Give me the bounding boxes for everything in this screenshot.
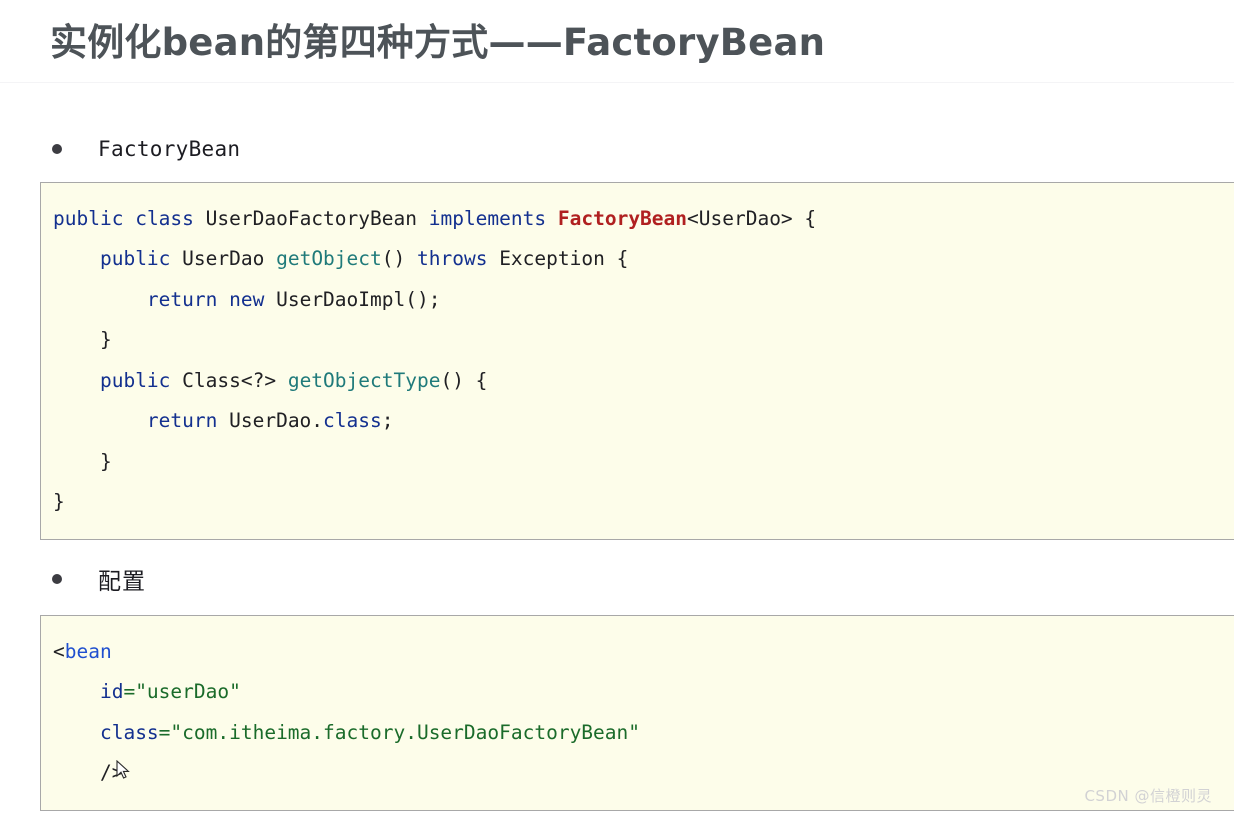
csdn-watermark: CSDN @信橙则灵 bbox=[1084, 787, 1212, 805]
page-title: 实例化bean的第四种方式——FactoryBean bbox=[50, 21, 826, 64]
document-body: FactoryBean public class UserDaoFactoryB… bbox=[0, 127, 1234, 811]
code-block-java: public class UserDaoFactoryBean implemen… bbox=[40, 181, 1234, 540]
list-item-label: 配置 bbox=[98, 568, 146, 595]
code-content-java[interactable]: public class UserDaoFactoryBean implemen… bbox=[53, 199, 1234, 523]
list-item: FactoryBean bbox=[0, 127, 1234, 171]
bullet-dot-icon bbox=[52, 143, 62, 154]
page-header: 实例化bean的第四种方式——FactoryBean bbox=[0, 0, 1234, 83]
list-item-label: FactoryBean bbox=[98, 136, 241, 161]
code-content-xml[interactable]: <bean id="userDao" class="com.itheima.fa… bbox=[53, 632, 1234, 794]
code-block-xml: <bean id="userDao" class="com.itheima.fa… bbox=[40, 614, 1234, 811]
bullet-dot-icon bbox=[52, 573, 62, 584]
list-item: 配置 bbox=[0, 557, 1234, 601]
